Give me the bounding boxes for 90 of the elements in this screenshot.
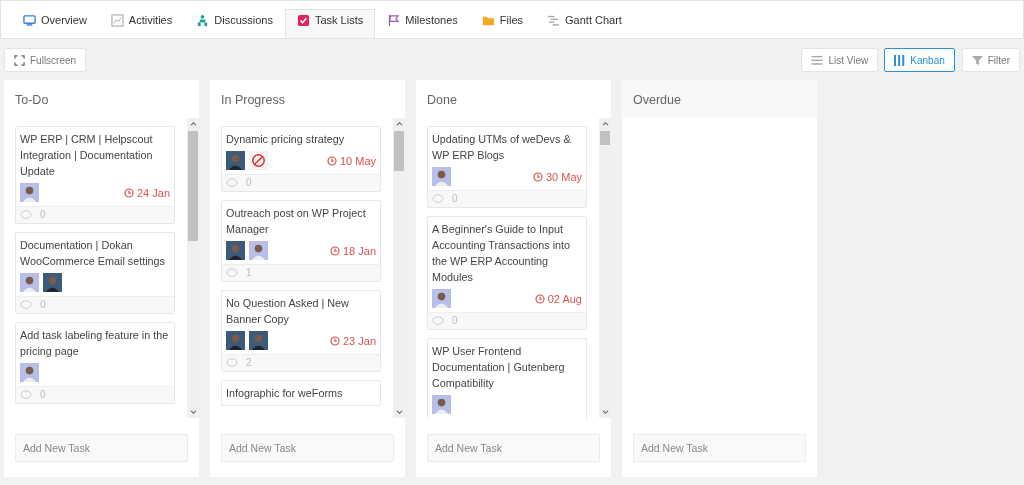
filter-icon xyxy=(971,54,983,66)
comment-icon xyxy=(20,210,32,220)
comment-icon xyxy=(226,178,238,188)
due-date: 24 Jan xyxy=(123,186,170,199)
people-icon xyxy=(196,13,210,27)
due-date: 10 May xyxy=(326,154,376,167)
due-date: 18 Jan xyxy=(329,244,376,257)
nav-tab[interactable]: Activities xyxy=(98,9,185,38)
comment-icon xyxy=(20,390,32,400)
avatar-icon xyxy=(20,183,39,202)
task-card[interactable]: Infographic for weForms xyxy=(221,380,381,406)
clock-icon xyxy=(532,171,543,182)
scrollbar[interactable] xyxy=(187,118,199,418)
add-task-field[interactable]: Add New Task xyxy=(15,434,188,462)
scroll-thumb[interactable] xyxy=(600,131,610,145)
due-date: 30 May xyxy=(532,170,582,183)
comment-icon xyxy=(226,268,238,278)
add-task-field[interactable]: Add New Task xyxy=(633,434,806,462)
comment-count: 2 xyxy=(246,356,252,370)
comment-icon xyxy=(20,300,32,310)
scrollbar[interactable] xyxy=(599,118,611,418)
fullscreen-icon xyxy=(14,54,25,66)
task-title: Updating UTMs of weDevs & WP ERP Blogs xyxy=(432,132,572,163)
logo-avatar-icon xyxy=(249,151,268,170)
nav-tab[interactable]: Files xyxy=(469,9,536,38)
column-title: To-Do xyxy=(14,92,50,109)
task-card[interactable]: WP User Frontend Documentation | Gutenberg Compatibility xyxy=(427,338,587,418)
list-icon xyxy=(811,54,824,66)
task-card[interactable]: Outreach post on WP Project Manager 18 Jan 1 xyxy=(221,200,381,282)
avatar-icon xyxy=(249,241,268,260)
clock-icon xyxy=(534,293,545,304)
comment-icon xyxy=(226,358,238,368)
view-toggle[interactable]: Kanban xyxy=(884,48,955,72)
avatar-icon xyxy=(20,273,39,292)
comment-count: 1 xyxy=(246,266,252,280)
monitor-icon xyxy=(23,13,36,27)
flag-icon xyxy=(387,13,401,27)
clock-icon xyxy=(123,187,134,198)
column-title: Overdue xyxy=(622,80,817,118)
avatar-icon xyxy=(432,167,451,186)
scroll-down-icon[interactable] xyxy=(395,410,403,415)
scroll-up-icon[interactable] xyxy=(189,121,197,126)
task-title: WP ERP | CRM | Helpscout Integration | Documentation Update xyxy=(20,132,154,179)
add-task-field[interactable]: Add New Task xyxy=(427,434,600,462)
task-card[interactable]: No Question Asked | New Banner Copy 23 Jan 2 xyxy=(221,290,381,372)
scrollbar[interactable] xyxy=(393,118,405,418)
task-title: No Question Asked | New Banner Copy xyxy=(226,296,350,327)
due-date: 02 Aug xyxy=(534,292,582,305)
task-title: WP User Frontend Documentation | Gutenberg Compatibility xyxy=(432,344,566,391)
column-title: Done xyxy=(426,92,458,109)
scroll-up-icon[interactable] xyxy=(601,121,609,126)
avatar-icon xyxy=(226,331,245,350)
avatar-icon xyxy=(249,331,268,350)
task-title: Infographic for weForms xyxy=(226,386,344,401)
nav-tab[interactable]: Task Lists xyxy=(284,9,376,38)
scroll-thumb[interactable] xyxy=(188,131,198,241)
check-icon xyxy=(296,13,310,27)
scroll-down-icon[interactable] xyxy=(601,410,609,415)
task-title: Documentation | Dokan WooCommerce Email settings xyxy=(20,238,166,269)
filter-button[interactable]: Filter xyxy=(961,48,1020,72)
nav-tab[interactable]: Discussions xyxy=(184,9,285,38)
task-title: Dynamic pricing strategy xyxy=(226,132,346,147)
due-date: 23 Jan xyxy=(329,334,376,347)
avatar-icon xyxy=(226,151,245,170)
avatar-icon xyxy=(432,395,451,414)
view-toggle[interactable]: List View xyxy=(801,48,879,72)
columns-icon xyxy=(894,54,906,66)
scroll-up-icon[interactable] xyxy=(395,121,403,126)
nav-tab[interactable]: Overview xyxy=(11,9,99,38)
avatar-icon xyxy=(43,273,62,292)
comment-icon xyxy=(432,316,444,326)
task-title: Add task labeling feature in the pricing page xyxy=(20,328,170,359)
gantt-icon xyxy=(547,13,561,27)
scroll-thumb[interactable] xyxy=(394,131,404,171)
task-title: A Beginner's Guide to Input Accounting Transactions into the WP ERP Accounting Modules xyxy=(432,222,572,285)
nav-tab[interactable]: Milestones xyxy=(375,9,470,38)
fullscreen-button[interactable]: Fullscreen xyxy=(4,48,87,72)
column-title: In Progress xyxy=(220,92,286,109)
comment-icon xyxy=(432,194,444,204)
avatar-icon xyxy=(432,289,451,308)
clock-icon xyxy=(329,335,340,346)
clock-icon xyxy=(329,245,340,256)
scroll-down-icon[interactable] xyxy=(189,410,197,415)
avatar-icon xyxy=(20,363,39,382)
add-task-field[interactable]: Add New Task xyxy=(221,434,394,462)
task-title: Outreach post on WP Project Manager xyxy=(226,206,367,237)
clock-icon xyxy=(326,155,337,166)
nav-tab[interactable]: Gantt Chart xyxy=(535,9,634,38)
avatar-icon xyxy=(226,241,245,260)
chart-icon xyxy=(110,13,124,27)
